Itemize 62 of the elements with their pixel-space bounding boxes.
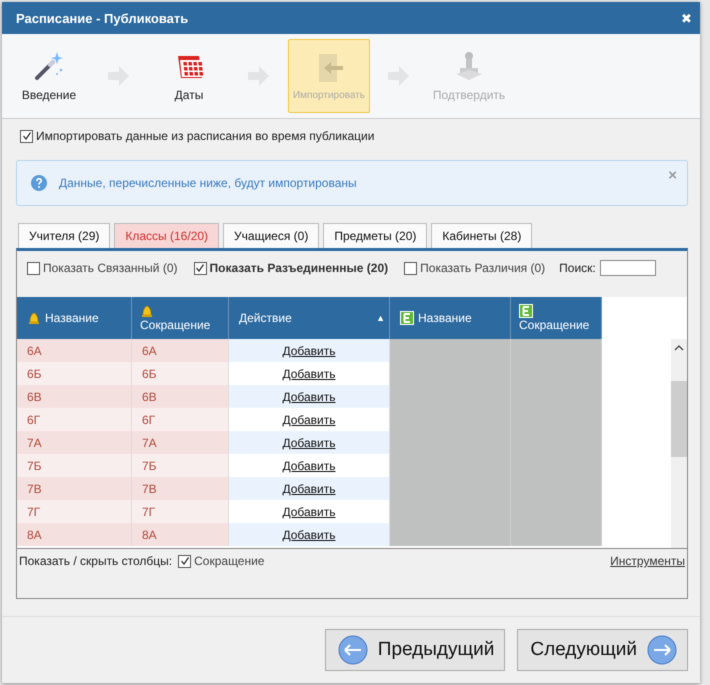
checkbox[interactable] [194, 262, 207, 274]
table-cell: 6В [17, 385, 132, 408]
help-icon [31, 175, 47, 191]
bell-icon [27, 311, 41, 325]
table-cell: 7А [132, 431, 229, 454]
column-title: Название [418, 311, 472, 325]
bell-icon [140, 304, 154, 318]
scroll-up-icon[interactable] [674, 345, 684, 351]
checkbox[interactable] [27, 262, 40, 274]
add-link[interactable]: Добавить [282, 366, 336, 380]
checkbox[interactable] [178, 554, 192, 568]
checkbox-label: Показать Разъединенные (20) [210, 261, 388, 275]
scrollbar[interactable] [671, 339, 687, 548]
tab[interactable]: Кабинеты (28) [431, 223, 532, 248]
wizard-step[interactable]: Даты [148, 39, 230, 113]
table-cell: 7Б [17, 454, 132, 477]
letter-e-icon [400, 311, 414, 325]
tab[interactable]: Учителя (29) [18, 223, 110, 248]
table-cell: 6Б [17, 362, 132, 385]
table-cell: 6Б [132, 362, 229, 385]
table-cell: 7А [17, 431, 132, 454]
add-link[interactable]: Добавить [282, 412, 336, 426]
magic-wand-icon [33, 50, 65, 82]
table-cell: 7В [132, 477, 229, 500]
table-cell: 6А [17, 339, 132, 362]
table-cell: 6Г [132, 408, 229, 431]
table-cell: 7Г [132, 500, 229, 523]
search-label: Поиск: [559, 261, 596, 275]
column-title: Сокращение [140, 318, 210, 332]
tab[interactable]: Предметы (20) [323, 223, 428, 248]
table-cell: 8А [132, 523, 229, 546]
window-title: Расписание - Публиковать [16, 10, 188, 26]
search-field[interactable] [600, 260, 656, 276]
table-cell: 7Г [17, 500, 132, 523]
add-link[interactable]: Добавить [282, 504, 336, 518]
checkbox-label: Показать Связанный (0) [43, 261, 178, 275]
table-cell: 6Г [17, 408, 132, 431]
previous-button[interactable]: Предыдущий [324, 629, 506, 671]
info-message: Данные, перечисленные ниже, будут импортированы [59, 176, 357, 190]
table-cell: 6В [132, 385, 229, 408]
checkbox[interactable] [20, 130, 33, 142]
column-title: Действие [239, 311, 292, 325]
next-button[interactable]: Следующий [517, 629, 688, 671]
sort-indicator: ▲ [376, 313, 385, 323]
table-cell: 7Б [132, 454, 229, 477]
add-link[interactable]: Добавить [282, 458, 336, 472]
letter-e-icon [519, 304, 533, 318]
column-title: Сокращение [519, 318, 590, 332]
tools-link[interactable]: Инструменты [610, 554, 685, 568]
tab[interactable]: Учащиеся (0) [223, 223, 320, 248]
close-button[interactable]: ✖ [681, 10, 692, 26]
wizard-step[interactable]: Введение [8, 39, 90, 113]
tab[interactable]: Классы (16/20) [114, 223, 220, 248]
column-title: Название [45, 311, 99, 325]
checkbox-label: Показать Различия (0) [420, 261, 546, 275]
checkbox-label: Сокращение [194, 554, 264, 568]
table-cell: 8А [17, 523, 132, 546]
checkbox-label: Импортировать данные из расписания во время публикации [36, 129, 374, 143]
table-cell: 6А [132, 339, 229, 362]
table-cell: 7В [17, 477, 132, 500]
checkbox[interactable] [404, 262, 418, 274]
columns-label: Показать / скрыть столбцы: [19, 554, 172, 568]
